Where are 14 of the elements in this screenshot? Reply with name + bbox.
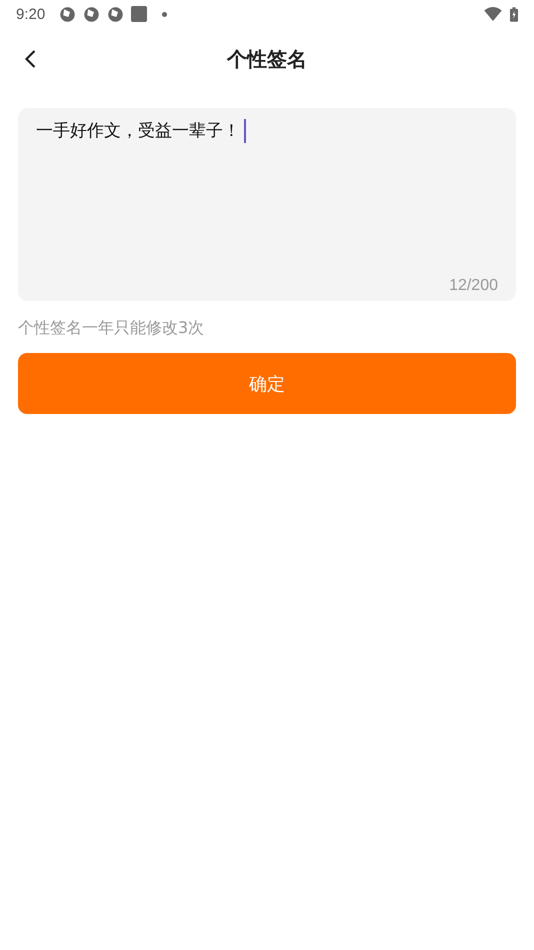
dot-icon <box>162 12 168 16</box>
character-count: 12/200 <box>449 277 498 295</box>
signature-text: 一手好作文，受益一辈子！ <box>36 120 240 143</box>
square-icon <box>131 6 148 22</box>
wifi-icon <box>484 7 502 21</box>
battery-charging-icon <box>510 6 518 22</box>
status-time: 9:20 <box>16 6 46 22</box>
hint-text: 个性签名一年只能修改3次 <box>18 318 204 339</box>
aperture-icon <box>83 6 100 22</box>
page-title: 个性签名 <box>227 46 307 72</box>
signature-field[interactable]: 一手好作文，受益一辈子！ 12/200 <box>18 108 516 301</box>
aperture-icon <box>107 6 124 22</box>
back-icon[interactable] <box>24 49 37 69</box>
aperture-icon <box>59 6 76 22</box>
